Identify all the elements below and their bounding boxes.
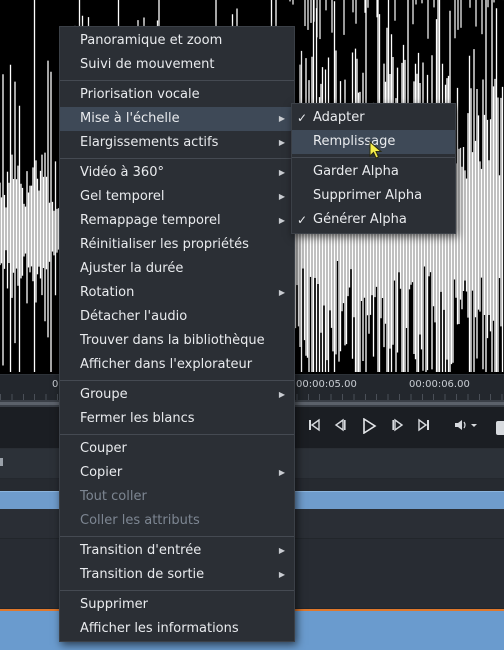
submenu-arrow-icon: ▶ [278, 390, 285, 399]
menu-item-label: Coller les attributs [80, 513, 200, 528]
submenu-arrow-icon: ▶ [278, 546, 285, 555]
menu-item-label: Afficher les informations [80, 621, 239, 636]
menu-separator [60, 80, 294, 81]
next-frame-icon[interactable] [390, 418, 406, 438]
menu-item-find-in-library[interactable]: Trouver dans la bibliothèque [60, 329, 294, 353]
scaling-option-label: Garder Alpha [313, 164, 399, 179]
submenu-arrow-icon: ▶ [278, 468, 285, 477]
menu-item-close-gaps[interactable]: Fermer les blancs [60, 407, 294, 431]
submenu-arrow-icon: ▶ [278, 570, 285, 579]
menu-item-label: Rotation [80, 285, 135, 300]
menu-item-label: Transition d'entrée [80, 543, 202, 558]
scaling-submenu: ✓ Adapter Remplissage Garder Alpha Supprimer… [291, 103, 456, 234]
menu-item-label: Réinitialiser les propriétés [80, 237, 249, 252]
mouse-cursor-icon [369, 141, 383, 159]
menu-item-delete[interactable]: Supprimer [60, 593, 294, 617]
menu-item-motion-tracking[interactable]: Suivi de mouvement [60, 53, 294, 77]
scaling-option-adapter[interactable]: ✓ Adapter [292, 106, 455, 130]
menu-item-label: Couper [80, 441, 127, 456]
menu-item-scaling[interactable]: Mise à l'échelle ▶ [60, 107, 294, 131]
scaling-option-générer-alpha[interactable]: ✓ Générer Alpha [292, 208, 455, 232]
menu-item-label: Panoramique et zoom [80, 33, 223, 48]
menu-item-label: Elargissements actifs [80, 135, 219, 150]
scaling-option-label: Adapter [313, 110, 365, 125]
menu-item-active-widening[interactable]: Elargissements actifs ▶ [60, 131, 294, 155]
scaling-option-label: Remplissage [313, 134, 396, 149]
checkmark-icon: ✓ [297, 111, 308, 125]
menu-item-label: Gel temporel [80, 189, 165, 204]
menu-item-label: Remappage temporel [80, 213, 221, 228]
menu-item-adjust-duration[interactable]: Ajuster la durée [60, 257, 294, 281]
ruler-label-5s: 00:00:05.00 [296, 379, 357, 390]
menu-item-copy[interactable]: Copier ▶ [60, 461, 294, 485]
clip-context-menu: Panoramique et zoom Suivi de mouvement Pri… [59, 26, 295, 642]
menu-item-label: Groupe [80, 387, 128, 402]
ruler-label-start: 0 [52, 379, 59, 390]
scaling-option-label: Supprimer Alpha [313, 188, 423, 203]
menu-item-group[interactable]: Groupe ▶ [60, 383, 294, 407]
menu-item-voice-priority[interactable]: Priorisation vocale [60, 83, 294, 107]
menu-item-time-remap[interactable]: Remappage temporel ▶ [60, 209, 294, 233]
menu-item-cut[interactable]: Couper [60, 437, 294, 461]
menu-item-label: Suivi de mouvement [80, 57, 215, 72]
menu-item-pan-zoom[interactable]: Panoramique et zoom [60, 29, 294, 53]
menu-item-detach-audio[interactable]: Détacher l'audio [60, 305, 294, 329]
menu-separator [60, 380, 294, 381]
scaling-option-garder-alpha[interactable]: Garder Alpha [292, 160, 455, 184]
menu-item-label: Priorisation vocale [80, 87, 200, 102]
menu-item-transition-out[interactable]: Transition de sortie ▶ [60, 563, 294, 587]
menu-item-label: Détacher l'audio [80, 309, 188, 324]
scaling-option-supprimer-alpha[interactable]: Supprimer Alpha [292, 184, 455, 208]
go-to-start-icon[interactable] [306, 418, 322, 438]
menu-item-label: Transition de sortie [80, 567, 205, 582]
menu-item-time-freeze[interactable]: Gel temporel ▶ [60, 185, 294, 209]
menu-item-label: Ajuster la durée [80, 261, 184, 276]
submenu-arrow-icon: ▶ [278, 216, 285, 225]
menu-item-label: Trouver dans la bibliothèque [80, 333, 265, 348]
track-lock-icon[interactable] [0, 457, 4, 470]
ruler-label-6s: 00:00:06.00 [409, 379, 470, 390]
menu-separator [60, 536, 294, 537]
menu-item-label: Afficher dans l'explorateur [80, 357, 253, 372]
submenu-arrow-icon: ▶ [278, 138, 285, 147]
menu-item-show-in-explorer[interactable]: Afficher dans l'explorateur [60, 353, 294, 377]
menu-item-label: Vidéo à 360° [80, 165, 164, 180]
menu-separator [60, 434, 294, 435]
menu-item-label: Tout coller [80, 489, 147, 504]
submenu-arrow-icon: ▶ [278, 192, 285, 201]
panel-edge-button[interactable] [496, 421, 504, 435]
previous-frame-icon[interactable] [332, 418, 348, 438]
menu-item-paste-all: Tout coller [60, 485, 294, 509]
menu-item-transition-in[interactable]: Transition d'entrée ▶ [60, 539, 294, 563]
submenu-arrow-icon: ▶ [278, 114, 285, 123]
menu-item-reset-properties[interactable]: Réinitialiser les propriétés [60, 233, 294, 257]
play-icon[interactable] [360, 417, 378, 438]
menu-item-label: Supprimer [80, 597, 148, 612]
checkmark-icon: ✓ [297, 213, 308, 227]
menu-separator [60, 158, 294, 159]
menu-separator [60, 590, 294, 591]
menu-item-label: Copier [80, 465, 123, 480]
menu-item-paste-attributes: Coller les attributs [60, 509, 294, 533]
submenu-arrow-icon: ▶ [278, 168, 285, 177]
menu-item-rotation[interactable]: Rotation ▶ [60, 281, 294, 305]
scaling-option-label: Générer Alpha [313, 212, 407, 227]
menu-item-label: Fermer les blancs [80, 411, 195, 426]
volume-icon[interactable] [452, 418, 480, 438]
menu-item-label: Mise à l'échelle [80, 111, 180, 126]
go-to-end-icon[interactable] [416, 418, 432, 438]
menu-item-show-info[interactable]: Afficher les informations [60, 617, 294, 641]
menu-item-video-360[interactable]: Vidéo à 360° ▶ [60, 161, 294, 185]
submenu-arrow-icon: ▶ [278, 288, 285, 297]
